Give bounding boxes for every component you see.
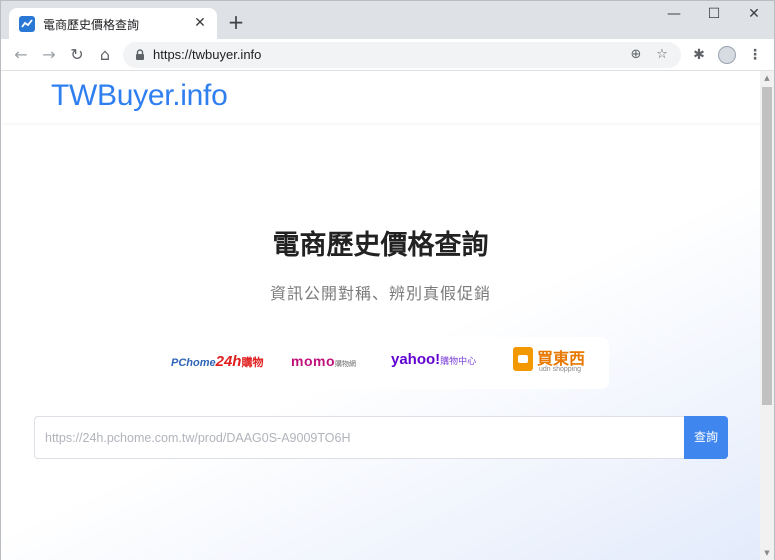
profile-avatar[interactable] xyxy=(715,43,739,67)
search-bar: 查詢 xyxy=(34,416,728,459)
pchome-logo-text: PChome xyxy=(171,357,216,369)
scrollbar-thumb[interactable] xyxy=(762,87,772,405)
page-viewport: TWBuyer.info 電商歷史價格查詢 資訊公開對稱、辨別真假促銷 PCho… xyxy=(1,71,760,560)
udn-sub-text: udn shopping xyxy=(539,366,582,373)
browser-menu-icon[interactable]: ⋮ xyxy=(743,43,767,67)
pchome-24h-text: 24h xyxy=(215,353,242,370)
yahoo-sub-text: 購物中心 xyxy=(440,356,477,366)
window-close-button[interactable]: ✕ xyxy=(734,1,774,27)
page-title: 電商歷史價格查詢 xyxy=(272,230,489,261)
chart-favicon-icon xyxy=(19,16,35,32)
search-button[interactable]: 查詢 xyxy=(684,416,728,459)
momo-logo: momo購物網 xyxy=(291,353,356,373)
scroll-up-arrow-icon[interactable]: ▲ xyxy=(760,71,774,85)
tab-title: 電商歷史價格查詢 xyxy=(43,18,140,32)
shopping-bag-icon xyxy=(513,347,533,371)
page-scrollbar[interactable]: ▲ ▼ xyxy=(760,71,774,560)
tab-strip: 電商歷史價格查詢 ✕ + — ☐ ✕ xyxy=(1,1,774,39)
reload-button[interactable]: ↻ xyxy=(65,43,89,67)
browser-toolbar: ← → ↻ ⌂ https://twbuyer.info ⊕ ☆ ✱ ⋮ xyxy=(1,39,774,71)
home-button[interactable]: ⌂ xyxy=(93,43,117,67)
browser-tab[interactable]: 電商歷史價格查詢 ✕ xyxy=(9,8,217,39)
pchome-logo: PChome24h購物 xyxy=(171,353,263,373)
momo-logo-text: momo xyxy=(291,353,335,369)
install-app-icon[interactable]: ⊕ xyxy=(627,46,645,64)
page-subtitle: 資訊公開對稱、辨別真假促銷 xyxy=(269,284,491,303)
url-text[interactable]: https://twbuyer.info xyxy=(153,47,261,62)
yahoo-logo: yahoo!購物中心 xyxy=(391,351,476,371)
store-logos-card: PChome24h購物 momo購物網 yahoo!購物中心 買東西 udn s… xyxy=(153,337,609,389)
browser-window: 電商歷史價格查詢 ✕ + — ☐ ✕ ← → ↻ ⌂ https://twbuy… xyxy=(0,0,775,560)
avatar-icon xyxy=(718,46,736,64)
site-header: TWBuyer.info xyxy=(1,71,760,123)
forward-button[interactable]: → xyxy=(37,43,61,67)
bookmark-star-icon[interactable]: ☆ xyxy=(653,46,671,64)
tab-close-icon[interactable]: ✕ xyxy=(191,14,209,32)
back-button[interactable]: ← xyxy=(9,43,33,67)
momo-sub-text: 購物網 xyxy=(335,361,356,368)
product-url-input[interactable] xyxy=(35,417,686,458)
minimize-button[interactable]: — xyxy=(654,1,694,27)
pchome-shop-text: 購物 xyxy=(241,357,264,369)
scroll-down-arrow-icon[interactable]: ▼ xyxy=(760,546,774,560)
new-tab-button[interactable]: + xyxy=(225,11,247,33)
yahoo-logo-text: yahoo! xyxy=(391,351,441,368)
extensions-puzzle-icon[interactable]: ✱ xyxy=(687,43,711,67)
maximize-button[interactable]: ☐ xyxy=(694,1,734,27)
address-bar[interactable]: https://twbuyer.info ⊕ ☆ xyxy=(123,42,681,68)
lock-icon[interactable] xyxy=(133,47,147,61)
site-logo[interactable]: TWBuyer.info xyxy=(51,79,228,113)
